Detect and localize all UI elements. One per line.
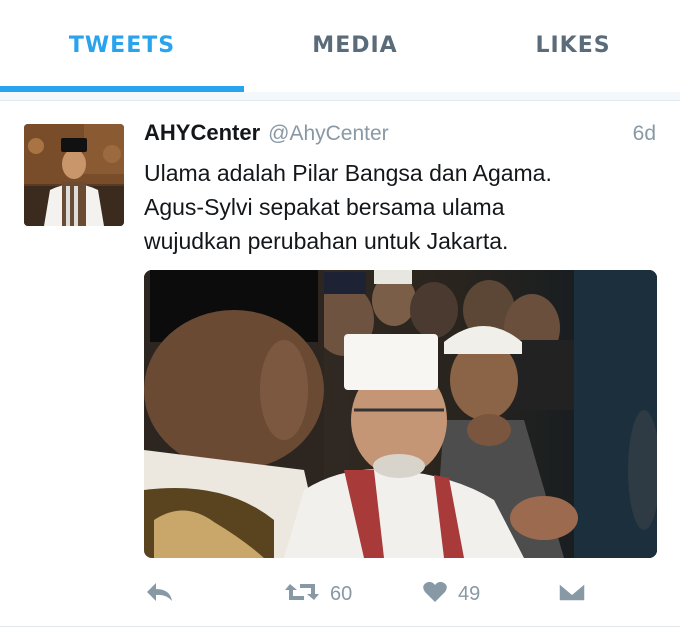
tweet-timestamp[interactable]: 6d bbox=[633, 122, 656, 146]
tweet-header: AHYCenter @AhyCenter bbox=[144, 120, 389, 154]
avatar[interactable] bbox=[24, 124, 124, 226]
like-button[interactable]: 49 bbox=[422, 572, 480, 616]
reply-button[interactable] bbox=[144, 572, 174, 616]
tab-media[interactable]: MEDIA bbox=[244, 0, 466, 90]
divider bbox=[0, 92, 680, 101]
heart-icon bbox=[422, 580, 448, 608]
reply-icon bbox=[144, 580, 174, 608]
retweet-button[interactable]: 60 bbox=[284, 572, 352, 616]
profile-tabs: TWEETS MEDIA LIKES bbox=[0, 0, 680, 93]
tab-likes[interactable]: LIKES bbox=[466, 0, 680, 90]
display-name[interactable]: AHYCenter bbox=[144, 120, 260, 146]
tweet-text: Ulama adalah Pilar Bangsa dan Agama. Agu… bbox=[144, 156, 644, 258]
direct-message-button[interactable] bbox=[558, 572, 586, 616]
like-count: 49 bbox=[458, 582, 481, 605]
tweet-photo[interactable] bbox=[144, 270, 657, 558]
tweet-text-line: Ulama adalah Pilar Bangsa dan Agama. bbox=[144, 160, 552, 186]
tab-tweets[interactable]: TWEETS bbox=[0, 0, 244, 90]
retweet-count: 60 bbox=[330, 582, 353, 605]
retweet-icon bbox=[284, 580, 320, 608]
tweet-actions: 60 49 bbox=[144, 572, 657, 616]
tweet-text-line: Agus-Sylvi sepakat bersama ulama bbox=[144, 194, 505, 220]
envelope-icon bbox=[558, 580, 586, 608]
tweet-text-line: wujudkan perubahan untuk Jakarta. bbox=[144, 228, 509, 254]
divider bbox=[0, 626, 680, 627]
user-handle[interactable]: @AhyCenter bbox=[268, 122, 389, 146]
